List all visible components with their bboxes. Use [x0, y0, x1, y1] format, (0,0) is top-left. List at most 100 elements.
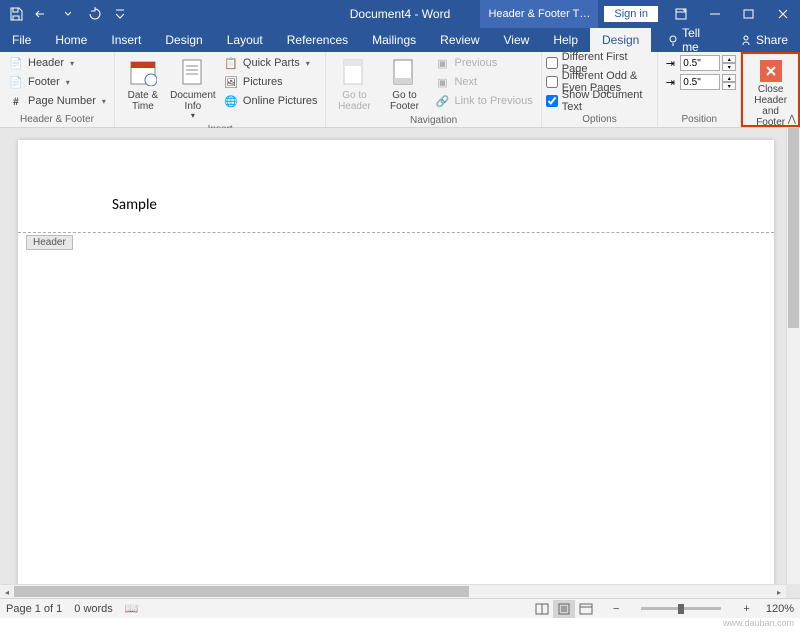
link-previous-button[interactable]: 🔗 Link to Previous	[430, 92, 536, 110]
group-options: Different First Page Different Odd & Eve…	[542, 52, 659, 127]
close-window-button[interactable]	[766, 0, 800, 28]
zoom-out-button[interactable]: −	[609, 603, 623, 615]
sign-in-button[interactable]: Sign in	[604, 6, 658, 22]
page-number-label: Page Number	[28, 95, 96, 107]
document-info-button[interactable]: Document Info▾	[169, 54, 217, 123]
group-label-position: Position	[662, 113, 736, 127]
next-button[interactable]: ▣Next	[430, 73, 536, 91]
vertical-scroll-thumb[interactable]	[788, 128, 799, 328]
maximize-button[interactable]	[732, 0, 766, 28]
watermark: www.dauban.com	[0, 618, 800, 632]
close-header-footer-button[interactable]: Close Header and Footer	[749, 56, 792, 128]
footer-dropdown[interactable]: 📄 Footer	[4, 73, 110, 91]
qat-customize-button[interactable]	[108, 2, 132, 26]
footer-label: Footer	[28, 76, 60, 88]
online-pictures-label: Online Pictures	[243, 95, 318, 107]
document-area: Sample Header ◂ ▸	[0, 128, 800, 598]
close-line2: and Footer	[749, 106, 792, 128]
page-indicator[interactable]: Page 1 of 1	[6, 603, 62, 615]
share-button[interactable]: Share	[728, 28, 800, 52]
tab-view[interactable]: View	[492, 28, 542, 52]
group-insert: Date & Time Document Info▾ 📋Quick Parts …	[115, 52, 327, 127]
spin-up[interactable]: ▴	[722, 55, 736, 63]
ribbon-display-options-button[interactable]	[664, 0, 698, 28]
spin-up[interactable]: ▴	[722, 74, 736, 82]
tab-references[interactable]: References	[275, 28, 360, 52]
word-count[interactable]: 0 words	[74, 603, 113, 615]
calendar-icon	[127, 56, 159, 88]
scroll-right-button[interactable]: ▸	[772, 585, 786, 598]
footer-from-bottom-field[interactable]: ⇥ ▴▾	[662, 73, 736, 91]
document-info-icon	[177, 56, 209, 88]
online-pictures-button[interactable]: 🌐 Online Pictures	[219, 92, 322, 110]
zoom-thumb[interactable]	[678, 604, 684, 614]
scroll-left-button[interactable]: ◂	[0, 585, 14, 598]
footer-from-bottom-input[interactable]	[680, 74, 720, 90]
link-previous-label: Link to Previous	[454, 95, 532, 107]
goto-footer-icon	[388, 56, 420, 88]
tab-insert[interactable]: Insert	[99, 28, 153, 52]
date-time-button[interactable]: Date & Time	[119, 54, 167, 114]
page[interactable]: Sample Header	[18, 140, 774, 598]
tab-review[interactable]: Review	[428, 28, 491, 52]
online-pictures-icon: 🌐	[223, 93, 239, 109]
previous-button[interactable]: ▣Previous	[430, 54, 536, 72]
vertical-scrollbar[interactable]	[786, 128, 800, 584]
window-title: Document4 - Word	[350, 7, 450, 21]
header-from-top-input[interactable]	[680, 55, 720, 71]
view-buttons	[531, 600, 597, 618]
collapse-ribbon-button[interactable]: ⋀	[788, 114, 796, 125]
tab-file[interactable]: File	[0, 28, 43, 52]
next-icon: ▣	[434, 74, 450, 90]
show-document-text-checkbox[interactable]: Show Document Text	[546, 92, 654, 110]
tab-help[interactable]: Help	[541, 28, 590, 52]
goto-footer-button[interactable]: Go to Footer	[380, 54, 428, 114]
pictures-label: Pictures	[243, 76, 283, 88]
quick-parts-button[interactable]: 📋 Quick Parts	[219, 54, 322, 72]
undo-more-button[interactable]	[56, 2, 80, 26]
header-from-top-field[interactable]: ⇥ ▴▾	[662, 54, 736, 72]
minimize-button[interactable]	[698, 0, 732, 28]
spin-down[interactable]: ▾	[722, 63, 736, 71]
spin-down[interactable]: ▾	[722, 82, 736, 90]
title-bar: Document4 - Word Header & Footer T… Sign…	[0, 0, 800, 28]
tab-layout[interactable]: Layout	[215, 28, 275, 52]
tab-design-contextual[interactable]: Design	[590, 28, 651, 52]
tab-design[interactable]: Design	[153, 28, 214, 52]
horizontal-scrollbar[interactable]: ◂ ▸	[0, 584, 786, 598]
horizontal-scroll-thumb[interactable]	[14, 586, 469, 597]
print-layout-button[interactable]	[553, 600, 575, 618]
goto-header-button[interactable]: Go to Header	[330, 54, 378, 114]
contextual-tab-label: Header & Footer T…	[480, 0, 598, 28]
title-right: Header & Footer T… Sign in	[480, 0, 800, 28]
redo-button[interactable]	[82, 2, 106, 26]
header-icon: 📄	[8, 55, 24, 71]
web-layout-button[interactable]	[575, 600, 597, 618]
read-mode-button[interactable]	[531, 600, 553, 618]
page-number-dropdown[interactable]: #️ Page Number	[4, 92, 110, 110]
zoom-in-button[interactable]: +	[739, 603, 753, 615]
goto-header-icon	[338, 56, 370, 88]
pictures-button[interactable]: 🖼Pictures	[219, 73, 322, 91]
tab-home[interactable]: Home	[43, 28, 99, 52]
quick-parts-label: Quick Parts	[243, 57, 300, 69]
footer-icon: 📄	[8, 74, 24, 90]
proofing-icon[interactable]: 📖	[125, 602, 139, 615]
header-text[interactable]: Sample	[112, 196, 157, 214]
header-dropdown[interactable]: 📄Header	[4, 54, 110, 72]
zoom-level[interactable]: 120%	[766, 603, 794, 615]
save-button[interactable]	[4, 2, 28, 26]
close-line1: Close Header	[749, 84, 792, 106]
header-edit-area[interactable]: Sample	[18, 140, 774, 214]
zoom-slider[interactable]	[641, 607, 721, 610]
undo-button[interactable]	[30, 2, 54, 26]
group-label-options: Options	[546, 113, 654, 127]
date-time-label: Date & Time	[123, 90, 163, 112]
quick-parts-icon: 📋	[223, 55, 239, 71]
tell-me-button[interactable]: Tell me	[655, 28, 728, 52]
tab-mailings[interactable]: Mailings	[360, 28, 428, 52]
previous-label: Previous	[454, 57, 497, 69]
hscroll-track[interactable]	[14, 585, 772, 598]
page-number-icon: #️	[8, 93, 24, 109]
link-icon: 🔗	[434, 93, 450, 109]
